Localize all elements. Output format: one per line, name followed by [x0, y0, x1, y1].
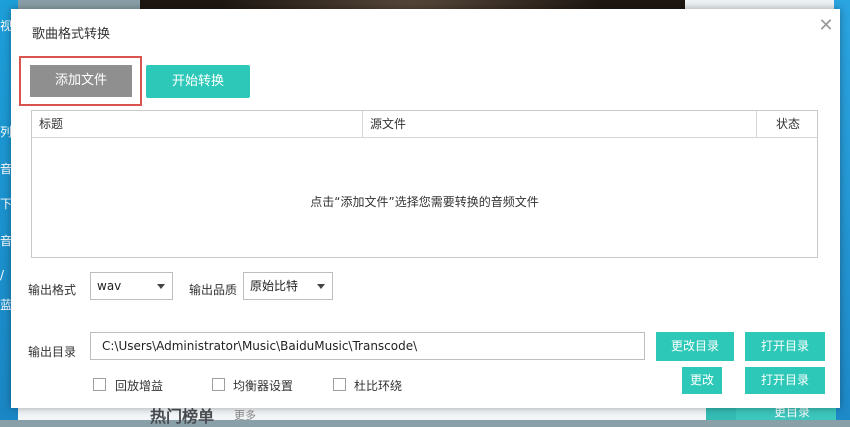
empty-table-tip: 点击“添加文件”选择您需要转换的音频文件: [310, 195, 539, 209]
output-format-value: wav: [97, 279, 122, 293]
add-file-highlight: 添加文件: [19, 56, 142, 106]
output-quality-select[interactable]: 原始比特: [243, 272, 333, 300]
output-quality-value: 原始比特: [250, 279, 299, 293]
column-header-title[interactable]: 标题: [39, 111, 63, 137]
dolby-surround-label: 杜比环绕: [354, 379, 403, 393]
close-icon[interactable]: ✕: [817, 17, 835, 35]
column-divider: [756, 111, 757, 137]
output-dir-input[interactable]: C:\Users\Administrator\Music\BaiduMusic\…: [90, 332, 645, 360]
output-dir-label: 输出目录: [28, 345, 77, 359]
replay-gain-checkbox[interactable]: [93, 378, 106, 391]
chevron-down-icon: [157, 284, 165, 289]
open-dir-button[interactable]: 打开目录: [745, 332, 825, 361]
change-dir-button[interactable]: 更改目录: [656, 332, 734, 361]
hot-list-more-link[interactable]: 更多: [234, 407, 256, 423]
column-divider: [362, 111, 363, 137]
replay-gain-label: 回放增益: [115, 379, 164, 393]
output-format-label: 输出格式: [28, 283, 77, 297]
ghost-change-button[interactable]: 更改: [682, 367, 722, 394]
add-file-button[interactable]: 添加文件: [30, 65, 132, 97]
column-header-source[interactable]: 源文件: [370, 111, 406, 137]
equalizer-checkbox[interactable]: [212, 378, 225, 391]
dialog-title: 歌曲格式转换: [32, 27, 111, 42]
output-quality-label: 输出品质: [189, 283, 238, 297]
file-table: 标题 源文件 状态 点击“添加文件”选择您需要转换的音频文件: [31, 110, 818, 258]
column-header-status[interactable]: 状态: [776, 111, 800, 137]
ghost-open-dir-button[interactable]: 打开目录: [745, 367, 825, 394]
equalizer-label: 均衡器设置: [233, 379, 294, 393]
sidebar-char: /: [0, 268, 5, 282]
start-convert-button[interactable]: 开始转换: [146, 65, 250, 98]
table-header: 标题 源文件 状态: [32, 111, 817, 138]
chevron-down-icon: [317, 284, 325, 289]
output-format-select[interactable]: wav: [90, 272, 173, 300]
format-convert-dialog: 歌曲格式转换 ✕ 添加文件 开始转换 标题 源文件 状态 点击“添加文件”选择您…: [11, 9, 840, 408]
dolby-surround-checkbox[interactable]: [333, 378, 346, 391]
